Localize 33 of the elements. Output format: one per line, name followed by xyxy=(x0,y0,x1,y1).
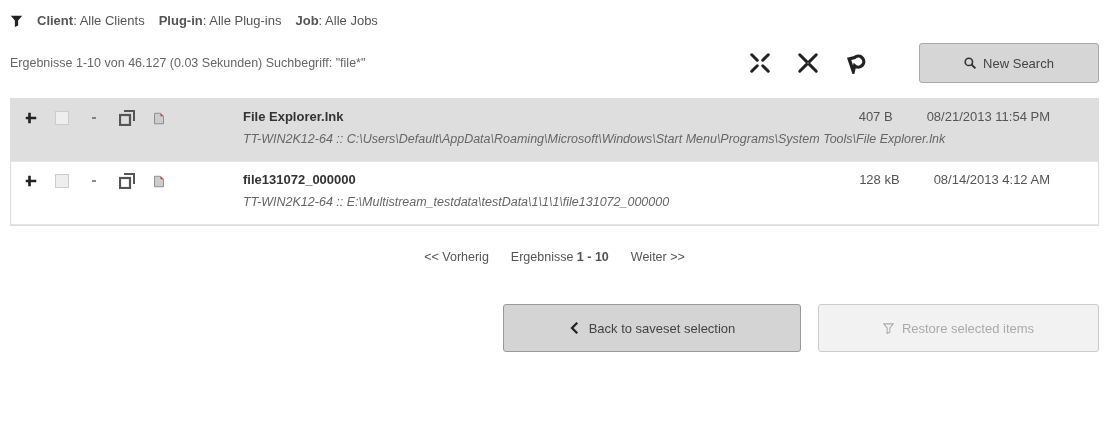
copies-icon[interactable] xyxy=(119,110,135,126)
expand-icon[interactable] xyxy=(749,52,771,74)
new-search-button[interactable]: New Search xyxy=(919,43,1099,83)
filter-label: Plug-in: Alle Plug-ins xyxy=(158,12,282,28)
file-size: 128 kB xyxy=(859,172,900,187)
file-size: 407 B xyxy=(858,109,893,124)
file-path: TT-WIN2K12-64 :: C:\Users\Default\AppData\Roaming\Microsoft\Windows\Start Menu\Programs\System Tools\File Explorer.lnk xyxy=(243,131,947,148)
result-summary: Ergebnisse 1-10 von 46.127 (0.03 Sekunden) Suchbegriff: "file*" xyxy=(10,56,367,70)
file-name: File Explorer.lnk xyxy=(243,109,345,124)
next-link[interactable]: Weiter >> xyxy=(630,250,685,264)
filter-label: Job: Alle Jobs xyxy=(295,12,378,28)
result-row[interactable]: File Explorer.lnk 407 B 08/21/2013 11:54 PM TT-WIN2K12-64 :: C:\Users\Default\AppData\Roaming\Microsoft\Windows\Start Menu\Programs\System Tools\File Explorer.lnk xyxy=(11,99,1098,162)
plus-icon[interactable] xyxy=(25,175,37,187)
previous-link[interactable]: << Vorherig xyxy=(424,250,489,264)
file-icon xyxy=(153,173,165,189)
undo-icon[interactable] xyxy=(845,52,867,74)
file-path: TT-WIN2K12-64 :: E:\Multistream_testdata\testData\1\1\1\file131072_000000 xyxy=(243,194,671,211)
page-range: Ergebnisse 1 - 10 xyxy=(510,250,609,264)
file-date: 08/21/2013 11:54 PM xyxy=(926,109,1050,124)
filter-icon xyxy=(10,13,23,27)
file-name: file131072_000000 xyxy=(243,172,357,187)
file-date: 08/14/2013 4:12 AM xyxy=(933,172,1050,187)
plus-icon[interactable] xyxy=(25,112,37,124)
filter-label: Client: Alle Clients xyxy=(37,12,145,28)
filter-icon xyxy=(882,322,894,334)
checkbox[interactable] xyxy=(55,174,69,188)
search-icon xyxy=(964,56,978,70)
back-button[interactable]: Back to saveset selection xyxy=(503,304,801,352)
chevron-left-icon xyxy=(568,321,581,335)
checkbox[interactable] xyxy=(55,111,69,125)
copies-icon[interactable] xyxy=(119,173,135,189)
collapse-icon[interactable] xyxy=(797,52,819,74)
file-icon xyxy=(153,110,165,126)
